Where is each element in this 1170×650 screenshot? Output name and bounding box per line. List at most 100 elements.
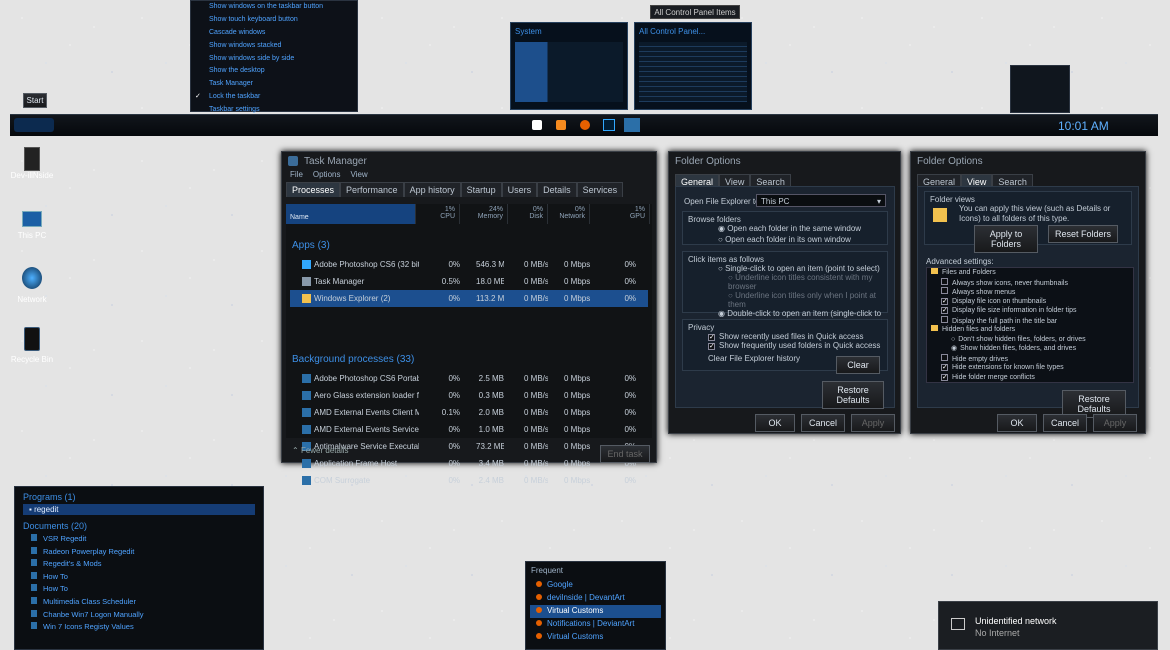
process-row[interactable]: COM Surrogate 0% 2.4 MB 0 MB/s 0 Mbps 0% <box>290 472 648 489</box>
process-row[interactable]: AMD External Events Service M... 0% 1.0 MB… <box>290 421 648 438</box>
context-menu-item[interactable]: Show windows side by side <box>191 53 357 66</box>
document-result[interactable]: How To <box>31 571 263 584</box>
desktop-icon-user[interactable]: Dev-illNside <box>10 147 54 180</box>
advanced-setting-item[interactable]: ✓ Hide folder merge conflicts <box>927 373 1133 383</box>
advanced-setting-item[interactable]: Always show icons, never thumbnails <box>927 277 1133 288</box>
process-row[interactable]: Task Manager 0.5% 18.0 MB 0 MB/s 0 Mbps 0% <box>290 273 648 290</box>
document-result[interactable]: Multimedia Class Scheduler <box>31 596 263 609</box>
context-menu-item[interactable]: ✓ Lock the taskbar <box>191 91 357 104</box>
tab-performance[interactable]: Performance <box>340 182 404 197</box>
fewer-details-link[interactable]: ⌃ Fewer details <box>292 446 349 455</box>
advanced-setting-item[interactable]: Hidden files and folders <box>927 325 1133 335</box>
menu-view[interactable]: View <box>350 170 367 179</box>
clock[interactable]: 10:01 AM <box>1058 119 1109 133</box>
advanced-setting-item[interactable]: ◉ Show hidden files, folders, and drives <box>927 344 1133 354</box>
photoshop-icon[interactable] <box>603 119 615 131</box>
context-menu-item[interactable]: Show the desktop <box>191 65 357 78</box>
tab-users[interactable]: Users <box>501 182 538 197</box>
context-menu-item[interactable]: Show windows stacked <box>191 40 357 53</box>
radio-underline-browser[interactable]: ○ Underline icon titles consistent with … <box>728 273 882 291</box>
ok-button[interactable]: OK <box>755 414 795 432</box>
process-row[interactable]: Adobe Photoshop CS6 (32 bit) 0% 546.3 MB 0 … <box>290 256 648 273</box>
network-flyout[interactable]: Unidentified network No Internet <box>938 601 1158 650</box>
folder-options-title[interactable]: Folder Options <box>911 152 1145 170</box>
vlc-icon[interactable] <box>556 120 566 130</box>
context-menu-item[interactable]: Show windows on the taskbar button <box>191 1 357 14</box>
advanced-setting-item[interactable]: Files and Folders <box>927 268 1133 278</box>
column-header[interactable]: 24% Memory <box>462 204 508 224</box>
context-menu-item[interactable]: Show touch keyboard button <box>191 14 357 27</box>
process-row[interactable]: AMD External Events Client Mod... 0.1% 2.0… <box>290 404 648 421</box>
column-header[interactable]: 0% Network <box>550 204 590 224</box>
cancel-button[interactable]: Cancel <box>1043 414 1087 432</box>
apply-button[interactable]: Apply <box>1093 414 1137 432</box>
tab-services[interactable]: Services <box>576 182 624 197</box>
tab-processes[interactable]: Processes <box>286 182 341 197</box>
jumplist-item[interactable]: devilnside | DevantArt <box>530 592 661 605</box>
process-row[interactable]: Windows Explorer (2) 0% 113.2 MB 0 MB/s 0 Mb… <box>290 290 648 307</box>
document-result[interactable]: VSR Regedit <box>31 533 263 546</box>
advanced-setting-item[interactable]: ✓ Display file icon on thumbnails <box>927 297 1133 307</box>
desktop-icon-network[interactable]: Network <box>10 267 54 304</box>
clear-button[interactable]: Clear <box>836 356 880 374</box>
column-header[interactable]: 0% Disk <box>510 204 548 224</box>
taskbar-icon-1[interactable] <box>532 120 542 130</box>
context-menu-item[interactable]: Cascade windows <box>191 27 357 40</box>
advanced-settings-list[interactable]: Files and Folders Always show icons, neve… <box>926 267 1134 383</box>
desktop-icon-recycle-bin[interactable]: Recycle Bin <box>10 327 54 364</box>
tab-startup[interactable]: Startup <box>460 182 502 197</box>
cancel-button[interactable]: Cancel <box>801 414 845 432</box>
advanced-setting-item[interactable]: Display the full path in the title bar <box>927 315 1133 326</box>
document-result[interactable]: Chanbe Win7 Logon Manually <box>31 609 263 622</box>
explorer-icon[interactable] <box>624 118 640 132</box>
radio-underline-point[interactable]: ○ Underline icon titles only when I poin… <box>728 291 882 309</box>
column-header[interactable]: Name <box>286 204 416 224</box>
tab-details[interactable]: Details <box>537 182 577 197</box>
radio-own-window[interactable]: ○ Open each folder in its own window <box>718 235 882 244</box>
open-explorer-select[interactable]: This PC ▾ <box>756 194 886 207</box>
menu-file[interactable]: File <box>290 170 303 179</box>
document-result[interactable]: How To <box>31 583 263 596</box>
apply-button[interactable]: Apply <box>851 414 895 432</box>
document-result[interactable]: Radeon Powerplay Regedit <box>31 546 263 559</box>
jumplist-item[interactable]: Virtual Customs <box>530 631 661 644</box>
radio-same-window[interactable]: ◉ Open each folder in the same window <box>718 224 882 233</box>
advanced-setting-item[interactable]: ○ Don't show hidden files, folders, or dr… <box>927 335 1133 345</box>
document-result[interactable]: Win 7 Icons Registy Values <box>31 621 263 634</box>
jumplist-item[interactable]: Google <box>530 579 661 592</box>
advanced-setting-item[interactable]: Always show menus <box>927 287 1133 297</box>
restore-defaults-button[interactable]: Restore Defaults <box>822 381 884 409</box>
process-row[interactable]: Application Frame Host 0% 3.4 MB 0 MB/s 0 Mb… <box>290 455 648 472</box>
process-row[interactable]: Adobe Photoshop CS6 Portable ... 0% 2.5 MB… <box>290 370 648 387</box>
process-row[interactable]: Aero Glass extension loader fo... 0% 0.3 M… <box>290 387 648 404</box>
reset-folders-button[interactable]: Reset Folders <box>1048 225 1118 243</box>
start-button[interactable]: Start <box>23 93 47 108</box>
document-result[interactable]: Regedit's & Mods <box>31 558 263 571</box>
program-result-regedit[interactable]: ▪ regedit <box>23 504 255 515</box>
tab-app-history[interactable]: App history <box>403 182 461 197</box>
jumplist-item[interactable]: Notifications | DeviantArt <box>530 618 661 631</box>
advanced-setting-item[interactable]: ✓ Display file size information in folder… <box>927 306 1133 316</box>
advanced-setting-item[interactable]: ✓ Hide extensions for known file types <box>927 363 1133 373</box>
apply-to-folders-button[interactable]: Apply to Folders <box>974 225 1038 253</box>
column-header[interactable]: 1% CPU <box>422 204 460 224</box>
checkbox-frequent-folders[interactable]: ✓ Show frequently used folders in Quick a… <box>708 341 882 350</box>
advanced-setting-item[interactable]: Hide empty drives <box>927 353 1133 364</box>
context-menu-item[interactable]: Task Manager <box>191 78 357 91</box>
radio-single-click[interactable]: ○ Single-click to open an item (point to… <box>718 264 882 273</box>
ok-button[interactable]: OK <box>997 414 1037 432</box>
end-task-button[interactable]: End task <box>600 445 650 463</box>
process-name: Windows Explorer (2) <box>314 294 391 303</box>
thumbnail-system[interactable]: System <box>510 22 628 110</box>
firefox-icon[interactable] <box>580 120 590 130</box>
menu-options[interactable]: Options <box>313 170 341 179</box>
checkbox-recent-files[interactable]: ✓ Show recently used files in Quick acces… <box>708 332 882 341</box>
desktop-icon-this-pc[interactable]: This PC <box>10 211 54 240</box>
task-manager-titlebar[interactable]: Task Manager <box>282 152 656 170</box>
start-orb[interactable] <box>14 118 54 132</box>
thumbnail-control-panel[interactable]: All Control Panel... <box>634 22 752 110</box>
jumplist-item[interactable]: Virtual Customs <box>530 605 661 618</box>
folder-options-title[interactable]: Folder Options <box>669 152 900 170</box>
column-header[interactable]: 1% GPU <box>592 204 650 224</box>
task-manager-menubar: File Options View <box>282 170 656 179</box>
